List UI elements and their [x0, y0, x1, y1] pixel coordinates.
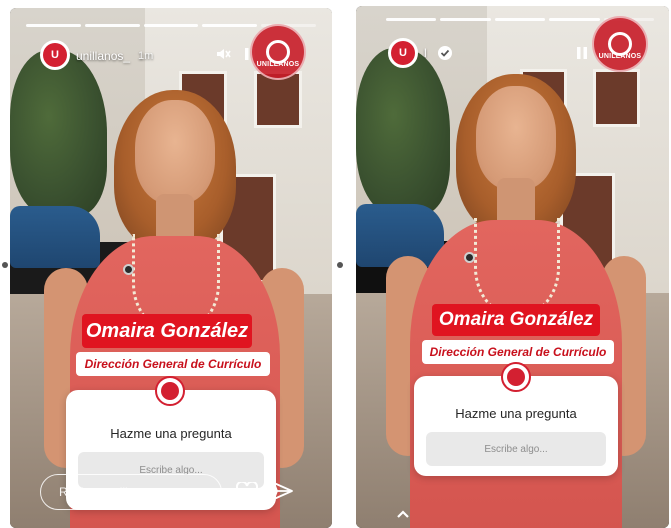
pause-icon[interactable]: [574, 44, 590, 62]
role-plate: Dirección General de Currículo: [76, 352, 270, 376]
unillanos-logo-icon: [155, 376, 185, 406]
send-icon[interactable]: [272, 481, 294, 506]
next-story-indicator: [337, 262, 343, 268]
chevron-up-icon[interactable]: [396, 506, 410, 522]
profile-avatar[interactable]: U: [388, 38, 418, 68]
unillanos-watermark: UNILLANOS: [250, 24, 306, 80]
name-plate: Omaira González: [82, 314, 252, 348]
verified-icon: [436, 44, 454, 62]
profile-avatar[interactable]: U: [40, 40, 70, 70]
story-viewer-left[interactable]: U unillanos_ 1m UNILLANOS Omaira Gonzále…: [10, 8, 332, 528]
role-plate: Dirección General de Currículo: [422, 340, 614, 364]
unillanos-watermark: UNILLANOS: [592, 16, 648, 72]
unillanos-logo-icon: [501, 362, 531, 392]
heart-icon[interactable]: [235, 480, 259, 507]
story-viewer-right[interactable]: U l UNILLANOS Omaira González Dirección …: [356, 6, 669, 528]
mute-icon[interactable]: [214, 45, 232, 63]
question-sticker[interactable]: Hazme una pregunta Escribe algo...: [414, 362, 618, 476]
story-username[interactable]: l: [424, 46, 427, 60]
story-username[interactable]: unillanos_: [76, 49, 130, 63]
previous-story-indicator: [2, 262, 8, 268]
instagram-story-comparison: U unillanos_ 1m UNILLANOS Omaira Gonzále…: [0, 0, 671, 528]
question-sticker-title: Hazme una pregunta: [110, 426, 232, 441]
question-answer-input[interactable]: Escribe algo...: [426, 432, 606, 466]
reply-input[interactable]: Reply to unillanos_...: [40, 474, 222, 510]
question-sticker-title: Hazme una pregunta: [455, 406, 577, 421]
name-plate: Omaira González: [432, 304, 600, 336]
story-timestamp: 1m: [138, 50, 154, 62]
